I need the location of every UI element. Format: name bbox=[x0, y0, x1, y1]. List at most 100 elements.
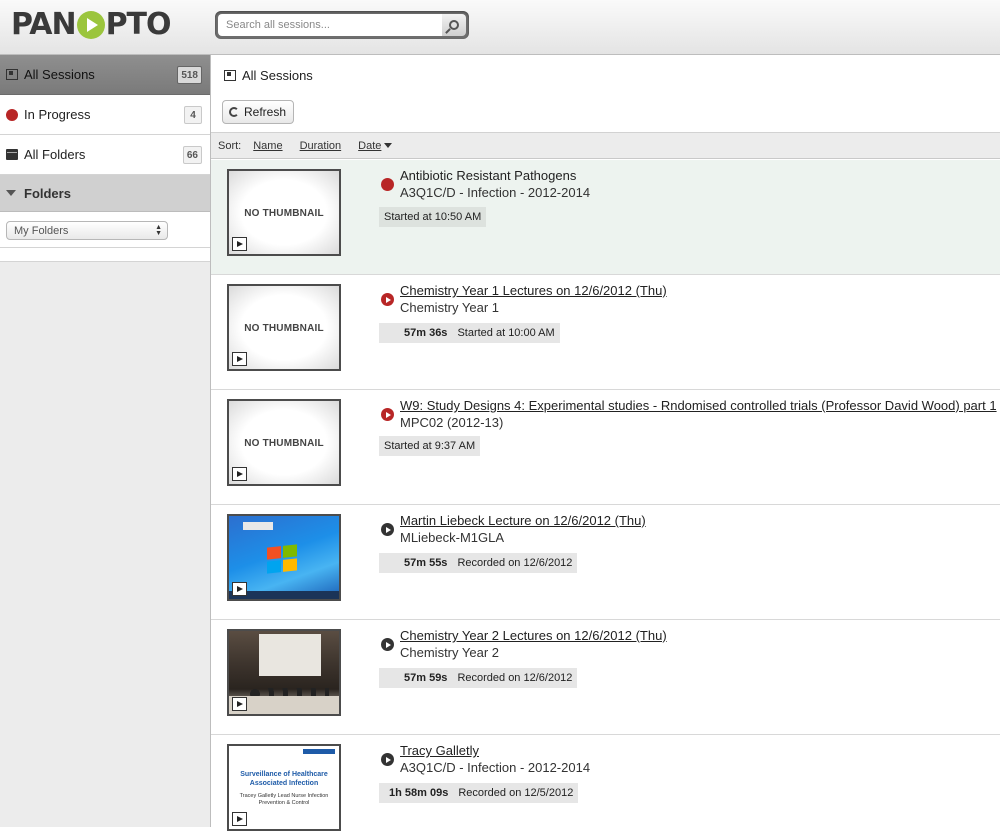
session-title-link[interactable]: Martin Liebeck Lecture on 12/6/2012 (Thu… bbox=[400, 513, 646, 528]
folder-select-row: My Folders ▲ ▼ bbox=[0, 212, 210, 248]
sidebar-spacer bbox=[0, 248, 210, 262]
session-duration: 57m 36s bbox=[404, 327, 448, 339]
sort-desc-icon bbox=[384, 143, 393, 148]
session-meta-text: Started at 9:37 AM bbox=[384, 440, 476, 452]
recording-play-icon bbox=[381, 293, 394, 306]
session-thumbnail[interactable]: NO THUMBNAIL bbox=[227, 399, 341, 486]
sidebar: All Sessions 518 In Progress 4 All Folde… bbox=[0, 55, 211, 827]
refresh-icon bbox=[229, 107, 239, 117]
session-row[interactable]: NO THUMBNAIL W9: Study Designs 4: Experi… bbox=[211, 390, 1000, 505]
folders-icon bbox=[5, 148, 18, 161]
play-icon bbox=[232, 697, 247, 711]
folder-select[interactable]: My Folders ▲ ▼ bbox=[6, 221, 168, 240]
sort-by-name-link[interactable]: Name bbox=[253, 140, 282, 152]
session-folder: Chemistry Year 2 bbox=[400, 645, 499, 660]
play-circle-icon bbox=[381, 638, 394, 651]
count-badge: 66 bbox=[182, 146, 202, 164]
sort-by-duration-link[interactable]: Duration bbox=[300, 140, 342, 152]
windows-logo-icon bbox=[267, 544, 297, 574]
live-recording-icon bbox=[381, 178, 394, 191]
search-box bbox=[215, 11, 469, 39]
session-meta-text: Started at 10:00 AM bbox=[457, 327, 555, 339]
main-content: All Sessions Refresh Sort: Name Duration… bbox=[211, 55, 1000, 831]
session-folder: MPC02 (2012-13) bbox=[400, 415, 504, 430]
play-icon bbox=[232, 582, 247, 596]
session-duration: 57m 59s bbox=[404, 672, 448, 684]
sidebar-item-all-sessions[interactable]: All Sessions 518 bbox=[0, 55, 210, 95]
session-meta: 57m 59s Recorded on 12/6/2012 bbox=[379, 668, 578, 688]
session-duration: 57m 55s bbox=[404, 557, 448, 569]
session-title-link[interactable]: W9: Study Designs 4: Experimental studie… bbox=[400, 398, 997, 413]
top-header: PAN PTO bbox=[0, 0, 1000, 55]
slide-title: Surveillance of Healthcare Associated In… bbox=[240, 771, 328, 787]
count-badge: 4 bbox=[184, 106, 202, 124]
session-meta-text: Recorded on 12/5/2012 bbox=[458, 787, 574, 799]
slide-logo-bar bbox=[303, 749, 335, 754]
page-title: All Sessions bbox=[223, 68, 313, 83]
sessions-icon bbox=[223, 69, 236, 82]
session-thumbnail[interactable] bbox=[227, 629, 341, 716]
session-meta: Started at 10:50 AM bbox=[379, 207, 487, 227]
sidebar-item-label: All Folders bbox=[24, 147, 86, 162]
play-icon bbox=[232, 467, 247, 481]
session-title-link[interactable]: Chemistry Year 1 Lectures on 12/6/2012 (… bbox=[400, 283, 667, 298]
recording-play-icon bbox=[381, 408, 394, 421]
thumbnail-window bbox=[243, 522, 273, 530]
count-badge: 518 bbox=[177, 66, 202, 84]
session-meta-text: Recorded on 12/6/2012 bbox=[457, 672, 573, 684]
sort-by-date-link[interactable]: Date bbox=[358, 140, 381, 152]
play-circle-icon bbox=[381, 523, 394, 536]
sort-label: Sort: bbox=[218, 139, 242, 152]
session-row[interactable]: NO THUMBNAIL Antibiotic Resistant Pathog… bbox=[211, 160, 1000, 275]
collapse-triangle-icon bbox=[6, 190, 16, 196]
logo-text-end: PTO bbox=[105, 7, 172, 42]
sidebar-item-in-progress[interactable]: In Progress 4 bbox=[0, 95, 210, 135]
folder-select-value: My Folders bbox=[14, 224, 69, 237]
folders-section-header[interactable]: Folders bbox=[0, 175, 210, 212]
session-thumbnail[interactable] bbox=[227, 514, 341, 601]
session-thumbnail[interactable]: NO THUMBNAIL bbox=[227, 169, 341, 256]
session-thumbnail[interactable]: NO THUMBNAIL bbox=[227, 284, 341, 371]
no-thumbnail-text: NO THUMBNAIL bbox=[244, 208, 324, 219]
page-title-text: All Sessions bbox=[242, 68, 313, 83]
play-icon bbox=[232, 352, 247, 366]
sidebar-item-label: In Progress bbox=[24, 107, 91, 122]
session-meta-text: Recorded on 12/6/2012 bbox=[457, 557, 573, 569]
refresh-button[interactable]: Refresh bbox=[222, 100, 295, 124]
session-row[interactable]: Chemistry Year 2 Lectures on 12/6/2012 (… bbox=[211, 620, 1000, 735]
session-row[interactable]: Surveillance of Healthcare Associated In… bbox=[211, 735, 1000, 831]
panopto-logo[interactable]: PAN PTO bbox=[11, 7, 172, 42]
logo-text-start: PAN bbox=[11, 7, 77, 42]
sidebar-item-label: All Sessions bbox=[24, 67, 95, 82]
session-meta: 1h 58m 09s Recorded on 12/5/2012 bbox=[379, 783, 579, 803]
session-meta: 57m 55s Recorded on 12/6/2012 bbox=[379, 553, 578, 573]
session-title-link[interactable]: Tracy Galletly bbox=[400, 743, 479, 758]
session-meta: 57m 36s Started at 10:00 AM bbox=[379, 323, 560, 343]
sessions-icon bbox=[5, 68, 18, 81]
logo-play-icon bbox=[76, 10, 105, 39]
session-folder: Chemistry Year 1 bbox=[400, 300, 499, 315]
lecture-screen bbox=[259, 634, 321, 676]
session-title-link[interactable]: Chemistry Year 2 Lectures on 12/6/2012 (… bbox=[400, 628, 667, 643]
play-icon bbox=[232, 812, 247, 826]
session-folder: A3Q1C/D - Infection - 2012-2014 bbox=[400, 185, 591, 200]
sort-bar: Sort: Name Duration Date bbox=[211, 132, 1000, 159]
no-thumbnail-text: NO THUMBNAIL bbox=[244, 323, 324, 334]
folders-heading: Folders bbox=[24, 185, 71, 201]
refresh-label: Refresh bbox=[244, 105, 287, 119]
in-progress-icon bbox=[5, 108, 18, 121]
search-input[interactable] bbox=[218, 14, 442, 36]
play-icon bbox=[232, 237, 247, 251]
sidebar-item-all-folders[interactable]: All Folders 66 bbox=[0, 135, 210, 175]
session-meta-text: Started at 10:50 AM bbox=[384, 211, 482, 223]
session-title: Antibiotic Resistant Pathogens bbox=[400, 168, 577, 183]
session-folder: MLiebeck-M1GLA bbox=[400, 530, 505, 545]
session-row[interactable]: Martin Liebeck Lecture on 12/6/2012 (Thu… bbox=[211, 505, 1000, 620]
session-thumbnail[interactable]: Surveillance of Healthcare Associated In… bbox=[227, 744, 341, 831]
slide-subtitle: Tracey Galletly Lead Nurse Infection Pre… bbox=[239, 793, 329, 806]
search-button[interactable] bbox=[442, 14, 466, 36]
session-meta: Started at 9:37 AM bbox=[379, 436, 481, 456]
play-circle-icon bbox=[381, 753, 394, 766]
session-row[interactable]: NO THUMBNAIL Chemistry Year 1 Lectures o… bbox=[211, 275, 1000, 390]
session-folder: A3Q1C/D - Infection - 2012-2014 bbox=[400, 760, 591, 775]
